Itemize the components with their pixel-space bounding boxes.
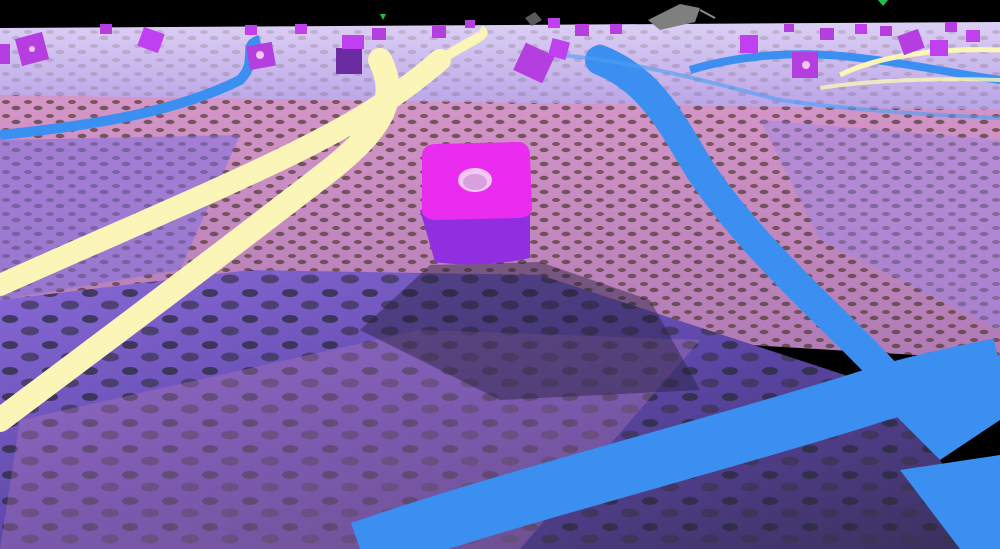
game-viewport[interactable] <box>0 0 1000 549</box>
scene-canvas <box>0 0 1000 549</box>
pink-cube-with-hole-icon[interactable] <box>420 142 532 265</box>
